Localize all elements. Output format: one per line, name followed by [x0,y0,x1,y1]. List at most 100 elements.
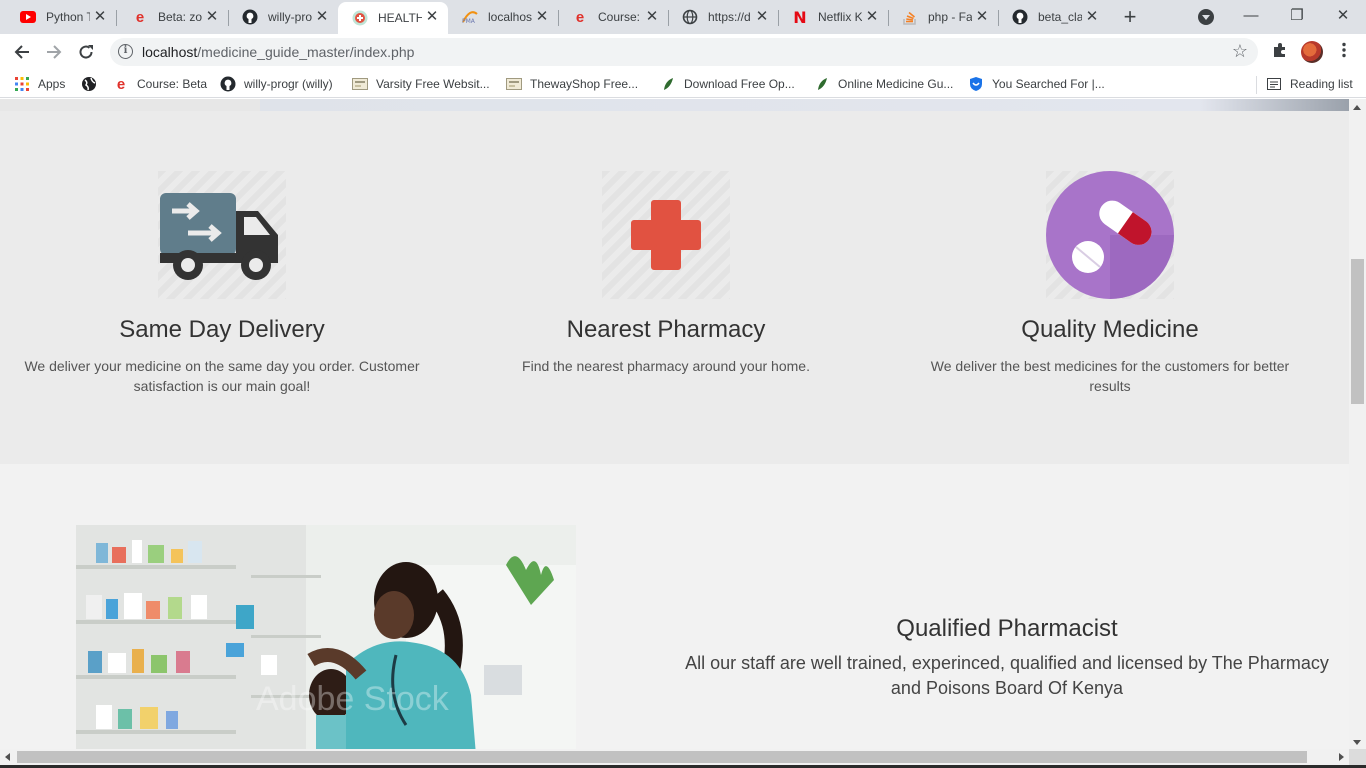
bookmark-star-icon[interactable]: ☆ [1232,41,1248,62]
feature-title: Nearest Pharmacy [566,316,766,343]
scroll-right-arrow-icon[interactable] [1339,753,1344,761]
feature-description: We deliver the best medicines for the cu… [930,358,1290,394]
tab-title: Python T [46,10,90,24]
tab-title: HEALTHY [378,11,422,25]
vertical-scroll-thumb[interactable] [1351,259,1364,404]
tab-willy-pro[interactable]: willy-pro ✕ [228,2,339,32]
browser-toolbar: i localhost/medicine_guide_master/index.… [0,34,1366,70]
new-tab-button[interactable]: + [1118,5,1142,29]
tab-close-icon[interactable]: ✕ [864,9,880,25]
back-arrow-icon[interactable] [10,40,34,64]
tab-beta-cla[interactable]: beta_cla ✕ [998,2,1108,32]
pills-icon [1046,171,1174,299]
tab-title: beta_cla [1038,10,1082,24]
tab-title: Netflix K [818,10,862,24]
bookmark-label: You Searched For |... [992,77,1105,91]
bookmark-thewayshop[interactable]: ThewayShop Free... [506,75,638,93]
tab-search-icon[interactable] [1198,9,1214,25]
globe-icon [682,9,698,25]
section-title: Qualified Pharmacist [896,615,1118,642]
features-section: Same Day Delivery We deliver your medici… [0,111,1349,464]
github-icon [242,9,258,25]
globe-icon [81,76,97,92]
tab-close-icon[interactable]: ✕ [534,9,550,25]
tab-close-icon[interactable]: ✕ [314,9,330,25]
tab-title: localhost [488,10,532,24]
tab-close-icon[interactable]: ✕ [974,9,990,25]
horizontal-scroll-thumb[interactable] [17,751,1307,763]
reload-icon[interactable] [74,40,98,64]
pharmacist-photo: Adobe Stock [76,525,576,749]
leaf-icon [814,76,830,92]
menu-kebab-icon[interactable] [1334,42,1354,62]
section-description: All our staff are well trained, experinc… [685,653,1329,698]
bookmark-label: Course: Beta [137,77,208,91]
bookmark-download-free[interactable]: Download Free Op... [660,75,795,93]
bookmarks-bar: Apps e Course: Beta willy-progr (willy) … [0,70,1366,98]
bookmark-you-searched[interactable]: You Searched For |... [968,75,1105,93]
bookmark-varsity[interactable]: Varsity Free Websit... [352,75,490,93]
leaf-icon [660,76,676,92]
hero-banner-edge [0,99,1349,111]
bookmark-globe[interactable] [81,75,105,93]
tab-strip: Python T ✕ e Beta: zoo ✕ willy-pro ✕ HEA… [0,0,1366,34]
scroll-left-arrow-icon[interactable] [5,753,10,761]
feature-title: Quality Medicine [1021,316,1199,343]
github-icon [1012,9,1028,25]
tab-close-icon[interactable]: ✕ [204,9,220,25]
e-icon: e [575,8,585,26]
phpmyadmin-icon: PMA [462,9,478,25]
e-icon: e [116,75,126,93]
bookmark-willy-progr[interactable]: willy-progr (willy) [220,75,333,93]
tab-netflix[interactable]: N Netflix K ✕ [778,2,889,32]
feature-description: Find the nearest pharmacy around your ho… [522,358,810,374]
tab-title: Beta: zoo [158,10,202,24]
github-icon [220,76,236,92]
address-bar[interactable]: i localhost/medicine_guide_master/index.… [110,38,1258,66]
tab-title: php - Fa [928,10,972,24]
shield-icon [968,76,984,92]
forward-arrow-icon[interactable] [42,40,66,64]
horizontal-scrollbar[interactable] [0,749,1349,765]
tab-python[interactable]: Python T ✕ [6,2,117,32]
tab-course-b[interactable]: e Course: B ✕ [558,2,669,32]
reading-list-label: Reading list [1290,77,1353,91]
tab-close-icon[interactable]: ✕ [424,9,440,25]
restore-button[interactable]: ❐ [1274,4,1320,28]
tab-https[interactable]: https://d ✕ [668,2,779,32]
health-icon [352,10,368,26]
bookmark-label: Apps [38,77,66,91]
bookmark-course-beta[interactable]: e Course: Beta [113,75,207,93]
tab-close-icon[interactable]: ✕ [92,9,108,25]
extensions-puzzle-icon[interactable] [1270,42,1290,62]
tab-localhost[interactable]: PMA localhost ✕ [448,2,559,32]
tab-beta-zoo[interactable]: e Beta: zoo ✕ [118,2,229,32]
tab-php[interactable]: php - Fa ✕ [888,2,999,32]
netflix-icon: N [793,7,807,27]
tab-close-icon[interactable]: ✕ [644,9,660,25]
apps-grid-icon [14,76,30,92]
bookmark-online-medicine[interactable]: Online Medicine Gu... [814,75,953,93]
red-cross-icon [602,171,730,299]
tab-close-icon[interactable]: ✕ [754,9,770,25]
tab-close-icon[interactable]: ✕ [1084,9,1100,25]
svg-text:PMA: PMA [462,18,476,24]
window-close-button[interactable]: ✕ [1320,4,1366,28]
tab-title: https://d [708,10,751,24]
tab-healthy[interactable]: HEALTHY ✕ [338,2,448,34]
tab-title: willy-pro [268,10,312,24]
vertical-scrollbar[interactable] [1349,99,1366,749]
template-icon [352,76,368,92]
bookmark-label: Online Medicine Gu... [838,77,954,91]
bookmark-apps[interactable]: Apps [14,75,65,93]
site-info-icon[interactable]: i [118,44,133,59]
scroll-down-arrow-icon[interactable] [1353,740,1361,745]
url-text[interactable]: localhost/medicine_guide_master/index.ph… [142,44,414,60]
tab-title: Course: B [598,10,642,24]
reading-list-button[interactable]: Reading list [1266,75,1353,93]
template-icon [506,76,522,92]
minimize-button[interactable]: — [1228,4,1274,28]
profile-avatar[interactable] [1301,41,1323,63]
scroll-up-arrow-icon[interactable] [1353,105,1361,110]
reading-list-icon [1266,76,1282,92]
